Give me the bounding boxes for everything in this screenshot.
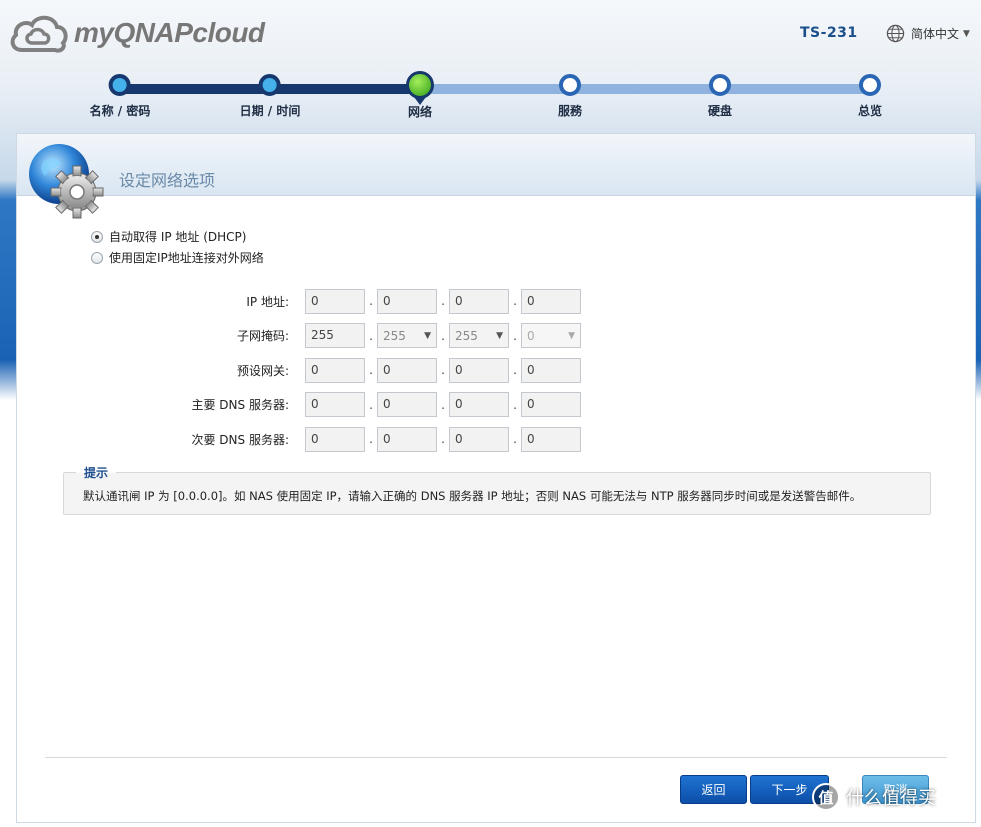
ip-octet-1[interactable]: 0 bbox=[305, 288, 365, 314]
gateway-octet-3[interactable]: 0 bbox=[449, 357, 509, 383]
logo: myQNAPcloud bbox=[8, 10, 265, 56]
secondary-dns-octet-2[interactable]: 0 bbox=[377, 426, 437, 452]
ip-config-form: IP 地址: 0 . 0 . 0 . 0 子网掩码: 255 . 255 ▼ .… bbox=[177, 284, 581, 457]
option-static-ip-label: 使用固定IP地址连接对外网络 bbox=[109, 251, 264, 265]
step-label: 网络 bbox=[407, 105, 432, 119]
ip-mode-options: 自动取得 IP 地址 (DHCP) 使用固定IP地址连接对外网络 bbox=[91, 226, 264, 268]
step-dot bbox=[858, 74, 881, 96]
field-subnet-mask: 子网掩码: 255 . 255 ▼ . 255 ▼ . 0 ▼ bbox=[177, 319, 581, 354]
globe-icon bbox=[886, 24, 905, 43]
field-label: 次要 DNS 服务器: bbox=[191, 432, 289, 447]
language-label: 简体中文 bbox=[911, 27, 960, 41]
gateway-octet-1[interactable]: 0 bbox=[305, 357, 365, 383]
hint-box: 提示 默认通讯闸 IP 为 [0.0.0.0]。如 NAS 使用固定 IP，请输… bbox=[63, 464, 931, 515]
radio-static-ip[interactable] bbox=[91, 251, 103, 264]
step-label: 硬盘 bbox=[707, 104, 733, 118]
dropdown-arrow-icon: ▼ bbox=[568, 330, 575, 341]
option-static-ip[interactable]: 使用固定IP地址连接对外网络 bbox=[91, 247, 264, 268]
radio-dhcp[interactable] bbox=[91, 230, 103, 243]
field-label: 预设网关: bbox=[236, 363, 289, 378]
ip-octet-4[interactable]: 0 bbox=[521, 288, 581, 314]
step-label: 总览 bbox=[857, 104, 883, 118]
field-secondary-dns: 次要 DNS 服务器: 0 . 0 . 0 . 0 bbox=[177, 422, 581, 457]
field-label: 主要 DNS 服务器: bbox=[191, 398, 289, 413]
network-settings-icon bbox=[29, 144, 104, 219]
step-services: 服務 bbox=[558, 74, 582, 119]
field-default-gateway: 预设网关: 0 . 0 . 0 . 0 bbox=[177, 353, 581, 388]
watermark-logo-icon: 值 bbox=[812, 783, 840, 811]
language-selector[interactable]: 简体中文 ▼ bbox=[886, 24, 970, 43]
chevron-down-icon: ▼ bbox=[963, 28, 970, 39]
step-dot bbox=[708, 74, 731, 96]
dropdown-arrow-icon: ▼ bbox=[424, 330, 431, 341]
back-button[interactable]: 返回 bbox=[680, 775, 747, 804]
hint-title: 提示 bbox=[76, 464, 117, 481]
step-label: 服務 bbox=[557, 104, 583, 118]
primary-dns-octet-2[interactable]: 0 bbox=[377, 392, 437, 418]
dropdown-arrow-icon: ▼ bbox=[496, 330, 503, 341]
subnet-octet-4-select[interactable]: 0 ▼ bbox=[521, 323, 581, 349]
device-model: TS-231 bbox=[800, 25, 858, 41]
option-dhcp-label: 自动取得 IP 地址 (DHCP) bbox=[109, 230, 247, 244]
logo-text: myQNAPcloud bbox=[74, 17, 265, 48]
step-network: 网络 bbox=[406, 71, 434, 120]
cloud-logo-icon bbox=[10, 15, 68, 53]
step-label: 名称 / 密码 bbox=[89, 104, 151, 118]
secondary-dns-octet-4[interactable]: 0 bbox=[521, 426, 581, 452]
select-value: 255 bbox=[455, 328, 478, 343]
watermark-text: 什么值得买 bbox=[846, 788, 936, 809]
gateway-octet-4[interactable]: 0 bbox=[521, 357, 581, 383]
field-primary-dns: 主要 DNS 服务器: 0 . 0 . 0 . 0 bbox=[177, 388, 581, 423]
panel-header: 设定网络选项 bbox=[17, 134, 975, 219]
field-label: IP 地址: bbox=[246, 294, 289, 309]
step-name-password: 名称 / 密码 bbox=[89, 74, 151, 119]
primary-dns-octet-3[interactable]: 0 bbox=[449, 392, 509, 418]
primary-dns-octet-4[interactable]: 0 bbox=[521, 392, 581, 418]
subnet-octet-2-select[interactable]: 255 ▼ bbox=[377, 323, 437, 349]
step-disk: 硬盘 bbox=[708, 74, 732, 119]
subnet-octet-3-select[interactable]: 255 ▼ bbox=[449, 323, 509, 349]
hint-text: 默认通讯闸 IP 为 [0.0.0.0]。如 NAS 使用固定 IP，请输入正确… bbox=[83, 489, 862, 503]
footer-divider bbox=[45, 757, 947, 758]
panel-title: 设定网络选项 bbox=[119, 171, 216, 190]
step-dot-active bbox=[406, 71, 434, 99]
step-date-time: 日期 / 时间 bbox=[239, 74, 301, 119]
subnet-octet-1[interactable]: 255 bbox=[305, 323, 365, 349]
secondary-dns-octet-1[interactable]: 0 bbox=[305, 426, 365, 452]
select-value: 255 bbox=[383, 328, 406, 343]
gateway-octet-2[interactable]: 0 bbox=[377, 357, 437, 383]
field-label: 子网掩码: bbox=[236, 329, 289, 344]
step-summary: 总览 bbox=[858, 74, 882, 119]
field-ip-address: IP 地址: 0 . 0 . 0 . 0 bbox=[177, 284, 581, 319]
primary-dns-octet-1[interactable]: 0 bbox=[305, 392, 365, 418]
step-dot bbox=[109, 74, 131, 96]
step-dot bbox=[259, 74, 281, 96]
option-dhcp[interactable]: 自动取得 IP 地址 (DHCP) bbox=[91, 226, 264, 247]
ip-octet-3[interactable]: 0 bbox=[449, 288, 509, 314]
watermark: 值 什么值得买 bbox=[812, 783, 936, 811]
ip-octet-2[interactable]: 0 bbox=[377, 288, 437, 314]
secondary-dns-octet-3[interactable]: 0 bbox=[449, 426, 509, 452]
step-dot bbox=[558, 74, 581, 96]
step-label: 日期 / 时间 bbox=[239, 104, 301, 118]
select-value: 0 bbox=[527, 328, 535, 343]
network-settings-panel: 设定网络选项 自动取得 IP 地址 (DHCP) 使用固定IP地址连接对外网络 … bbox=[16, 133, 976, 823]
wizard-stepper: 名称 / 密码 日期 / 时间 网络 服務 硬盘 总览 bbox=[0, 71, 981, 134]
progress-track-remaining bbox=[420, 84, 870, 94]
